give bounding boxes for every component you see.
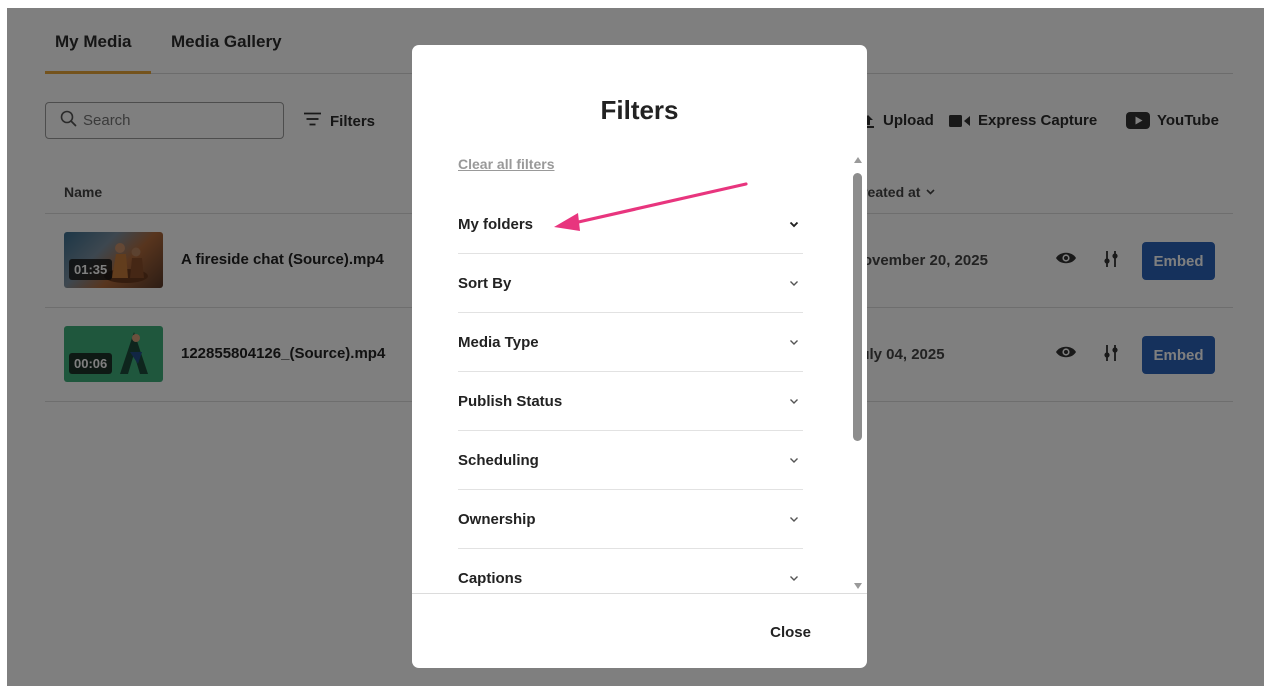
clear-all-filters-link[interactable]: Clear all filters <box>458 156 555 172</box>
filter-section-label: Ownership <box>458 510 536 528</box>
filters-dialog: Filters Clear all filters My folders Sor… <box>412 45 867 668</box>
dialog-title: Filters <box>600 95 679 125</box>
filter-section-publish-status[interactable]: Publish Status <box>458 372 803 431</box>
chevron-down-icon <box>789 516 799 523</box>
filter-section-ownership[interactable]: Ownership <box>458 490 803 549</box>
chevron-down-icon <box>789 398 799 405</box>
chevron-down-icon <box>789 221 799 228</box>
close-button[interactable]: Close <box>770 624 811 641</box>
filter-section-label: My folders <box>458 215 534 233</box>
filter-section-label: Publish Status <box>458 392 563 410</box>
filter-section-scheduling[interactable]: Scheduling <box>458 431 803 490</box>
chevron-down-icon <box>789 280 799 287</box>
scroll-up-arrow-icon[interactable] <box>854 157 862 163</box>
chevron-down-icon <box>789 575 799 582</box>
dialog-footer: Close <box>412 593 867 668</box>
chevron-down-icon <box>789 457 799 464</box>
filter-section-my-folders[interactable]: My folders <box>458 195 803 254</box>
dialog-scrollbar[interactable] <box>851 153 865 589</box>
filter-section-captions[interactable]: Captions <box>458 549 803 593</box>
filter-section-label: Scheduling <box>458 451 539 469</box>
filters-dialog-body: Clear all filters My folders Sort By Med… <box>412 145 867 593</box>
filter-section-label: Sort By <box>458 274 512 292</box>
filter-section-sort-by[interactable]: Sort By <box>458 254 803 313</box>
scrollbar-thumb[interactable] <box>853 173 862 441</box>
scroll-down-arrow-icon[interactable] <box>854 583 862 589</box>
chevron-down-icon <box>789 339 799 346</box>
filter-section-label: Media Type <box>458 333 539 351</box>
filter-section-label: Captions <box>458 569 523 587</box>
filter-section-media-type[interactable]: Media Type <box>458 313 803 372</box>
